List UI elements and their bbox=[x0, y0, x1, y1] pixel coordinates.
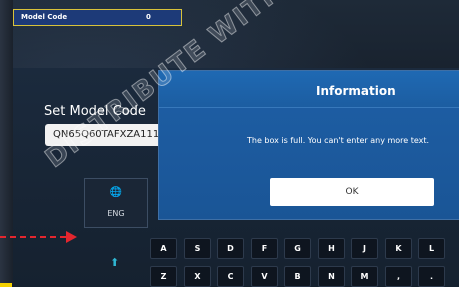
key-f[interactable]: F bbox=[251, 238, 278, 259]
key-v[interactable]: V bbox=[251, 266, 278, 287]
key-s[interactable]: S bbox=[184, 238, 211, 259]
key-g[interactable]: G bbox=[284, 238, 311, 259]
language-key[interactable]: 🌐 ENG bbox=[84, 178, 148, 228]
tv-screen: Model Code 0 Set Model Code QN65Q60TAFXZ… bbox=[0, 0, 459, 287]
dialog-header bbox=[159, 71, 459, 108]
model-code-value: 0 bbox=[146, 13, 151, 21]
yellow-edge-strip bbox=[0, 283, 12, 287]
red-arrow-head-icon bbox=[66, 231, 77, 243]
key-k[interactable]: K bbox=[385, 238, 412, 259]
key-d[interactable]: D bbox=[217, 238, 244, 259]
dialog-title: Information bbox=[316, 84, 396, 98]
key-c[interactable]: C bbox=[217, 266, 244, 287]
globe-icon: 🌐 bbox=[109, 187, 123, 198]
ok-button[interactable]: OK bbox=[270, 178, 434, 206]
key-m[interactable]: M bbox=[351, 266, 378, 287]
language-key-label: ENG bbox=[107, 209, 125, 218]
model-code-label: Model Code bbox=[21, 13, 68, 21]
key-j[interactable]: J bbox=[351, 238, 378, 259]
model-code-badge: Model Code 0 bbox=[13, 9, 182, 26]
shift-icon[interactable]: ⬆ bbox=[110, 257, 122, 269]
key-h[interactable]: H bbox=[318, 238, 345, 259]
red-dashed-arrow-line bbox=[0, 236, 66, 238]
key-l[interactable]: L bbox=[418, 238, 445, 259]
key-x[interactable]: X bbox=[184, 266, 211, 287]
information-dialog: Information The box is full. You can't e… bbox=[158, 70, 459, 220]
on-screen-keyboard: ASDFGHJKL ZXCVBNM,. bbox=[150, 233, 459, 287]
key-period[interactable]: . bbox=[418, 266, 445, 287]
key-n[interactable]: N bbox=[318, 266, 345, 287]
key-comma[interactable]: , bbox=[385, 266, 412, 287]
key-a[interactable]: A bbox=[150, 238, 177, 259]
key-z[interactable]: Z bbox=[150, 266, 177, 287]
key-b[interactable]: B bbox=[284, 266, 311, 287]
left-bezel bbox=[0, 0, 13, 287]
dialog-message: The box is full. You can't enter any mor… bbox=[247, 136, 430, 145]
